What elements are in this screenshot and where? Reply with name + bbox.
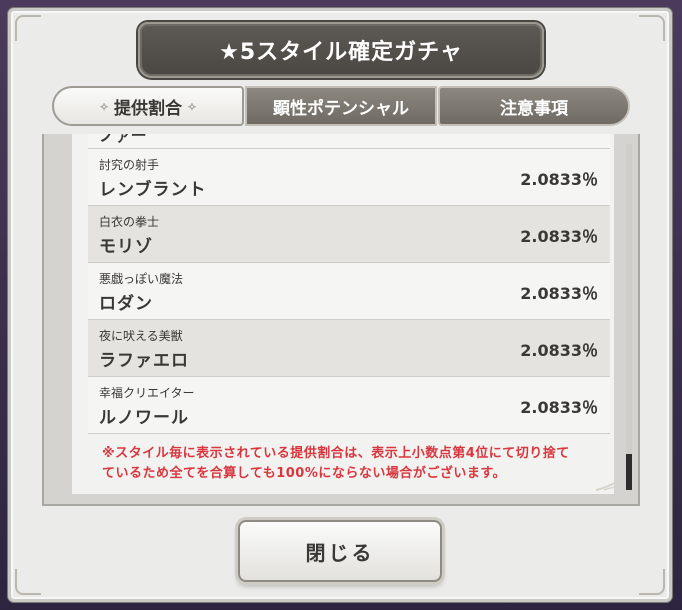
flourish-ornament-icon	[595, 482, 614, 491]
partial-name: ノァー	[99, 134, 147, 145]
drop-rate: 2.0833％	[520, 341, 598, 360]
list-item-partial: ノァー	[88, 134, 610, 149]
rates-scroll-area[interactable]: ノァー 討究の射手 レンブラント 2.0833％ 白衣の拳士 モリゾ 2.083…	[72, 134, 614, 494]
drop-rate: 2.0833％	[520, 170, 598, 189]
drop-rate: 2.0833％	[520, 398, 598, 417]
close-button[interactable]: 閉じる	[238, 520, 442, 582]
tab-notes[interactable]: 注意事項	[438, 86, 630, 126]
style-subtitle: 白衣の拳士	[99, 215, 160, 229]
corner-ornament	[15, 15, 41, 41]
tab-label: 顕性ポテンシャル	[273, 98, 409, 119]
tab-label: 注意事項	[500, 98, 568, 119]
style-subtitle: 幸福クリエイター	[99, 386, 195, 400]
disclaimer-line: ※スタイル毎に表示されている提供割合は、表示上小数点第4位にて切り捨て	[102, 446, 570, 461]
dialog-title-plate: ★5スタイル確定ガチャ	[138, 22, 544, 78]
tab-rates[interactable]: ⟡ 提供割合 ⟡	[52, 86, 244, 126]
rates-list: ノァー 討究の射手 レンブラント 2.0833％ 白衣の拳士 モリゾ 2.083…	[88, 134, 610, 434]
tab-label: 提供割合	[114, 98, 182, 119]
list-item: 悪戯っぽい魔法 ロダン 2.0833％	[88, 263, 610, 320]
corner-ornament	[15, 569, 41, 595]
character-name: レンブラント	[99, 180, 207, 200]
style-subtitle: 討究の射手	[99, 158, 160, 172]
ornament-left-icon: ⟡	[100, 98, 108, 113]
character-name: ルノワール	[99, 408, 189, 428]
character-name: モリゾ	[99, 237, 153, 257]
dialog-title: ★5スタイル確定ガチャ	[219, 40, 463, 65]
style-subtitle: 夜に吠える美獣	[99, 329, 183, 343]
scrollbar-thumb[interactable]	[626, 454, 632, 490]
list-item: 白衣の拳士 モリゾ 2.0833％	[88, 206, 610, 263]
list-item: 討究の射手 レンブラント 2.0833％	[88, 149, 610, 206]
disclaimer-line: ているため全てを合算しても100%にならない場合がございます。	[102, 466, 507, 481]
ornament-right-icon: ⟡	[188, 98, 196, 113]
list-item: 夜に吠える美獣 ラファエロ 2.0833％	[88, 320, 610, 377]
character-name: ラファエロ	[99, 351, 189, 371]
rate-disclaimer: ※スタイル毎に表示されている提供割合は、表示上小数点第4位にて切り捨て ているた…	[72, 444, 614, 484]
style-subtitle: 悪戯っぽい魔法	[99, 272, 184, 286]
drop-rate: 2.0833％	[520, 284, 598, 303]
character-name: ロダン	[99, 294, 153, 314]
tab-potential[interactable]: 顕性ポテンシャル	[245, 86, 437, 126]
corner-ornament	[639, 15, 665, 41]
drop-rate: 2.0833％	[520, 227, 598, 246]
list-item: 幸福クリエイター ルノワール 2.0833％	[88, 377, 610, 434]
corner-ornament	[639, 569, 665, 595]
scrollbar-track[interactable]	[626, 144, 632, 490]
tab-bar: ⟡ 提供割合 ⟡ 顕性ポテンシャル 注意事項	[52, 86, 630, 126]
rates-panel: ノァー 討究の射手 レンブラント 2.0833％ 白衣の拳士 モリゾ 2.083…	[42, 134, 640, 506]
